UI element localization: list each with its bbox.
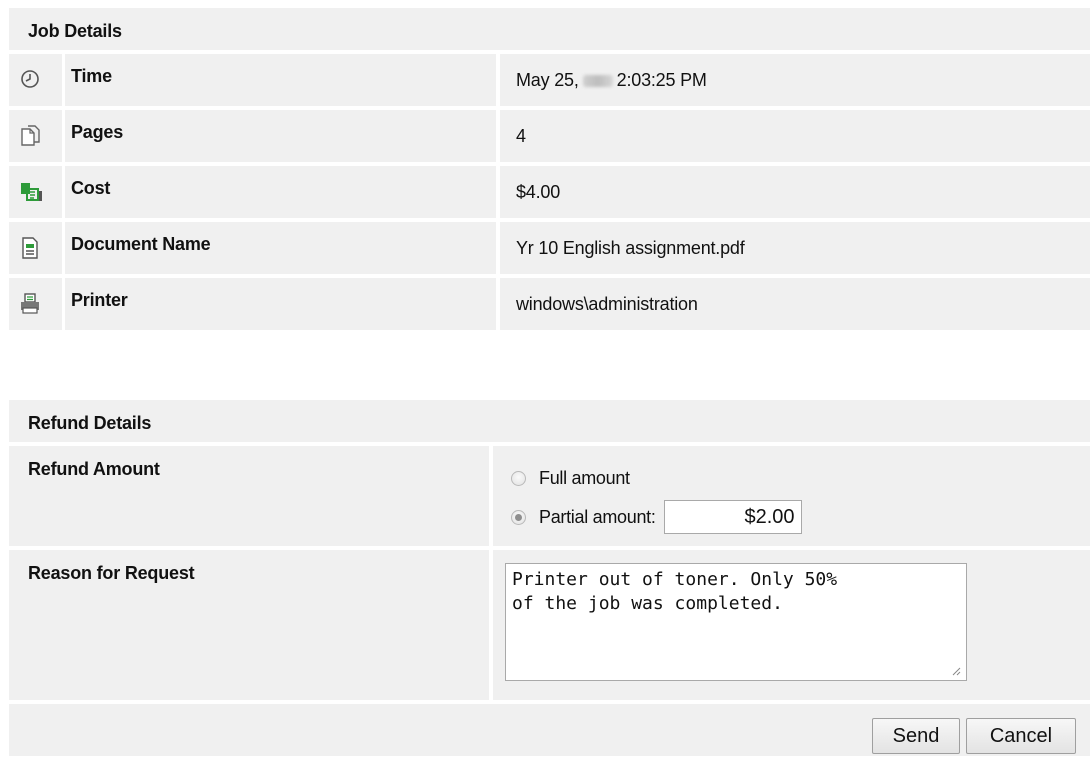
- job-row-printer: Printer windows\administration: [9, 278, 1090, 330]
- time-value-date: May 25,: [516, 70, 579, 90]
- refund-amount-label: Refund Amount: [9, 446, 489, 546]
- document-name-value: Yr 10 English assignment.pdf: [500, 222, 1090, 274]
- reason-field-cell: Printer out of toner. Only 50% of the jo…: [493, 550, 1090, 700]
- job-row-time: Time May 25, 2:03:25 PM: [9, 54, 1090, 106]
- cost-value: $4.00: [500, 166, 1090, 218]
- resize-grip-icon[interactable]: [951, 666, 961, 676]
- refund-amount-row: Refund Amount Full amount Partial amount…: [9, 446, 1090, 546]
- full-amount-option[interactable]: Full amount: [511, 468, 630, 489]
- send-button[interactable]: Send: [872, 718, 960, 754]
- pages-label: Pages: [65, 110, 496, 162]
- full-amount-radio[interactable]: [511, 471, 526, 486]
- partial-amount-label[interactable]: Partial amount:: [539, 507, 656, 528]
- time-value-clock: 2:03:25 PM: [616, 70, 707, 90]
- job-details-header: Job Details: [9, 8, 1090, 50]
- partial-amount-option[interactable]: Partial amount:: [511, 500, 802, 534]
- job-details-panel: Job Details Time May 25, 2:03:25 PM Pages…: [9, 8, 1090, 330]
- time-value: May 25, 2:03:25 PM: [500, 54, 1090, 106]
- pages-icon: [9, 110, 62, 162]
- refund-details-header: Refund Details: [9, 400, 1090, 442]
- partial-amount-input[interactable]: [663, 500, 802, 534]
- reason-textarea[interactable]: Printer out of toner. Only 50% of the jo…: [505, 563, 967, 681]
- cost-label: Cost: [65, 166, 496, 218]
- partial-amount-radio[interactable]: [511, 509, 526, 525]
- refund-amount-options: Full amount Partial amount:: [493, 446, 1090, 546]
- full-amount-label[interactable]: Full amount: [539, 468, 630, 489]
- job-row-pages: Pages 4: [9, 110, 1090, 162]
- printer-label: Printer: [65, 278, 496, 330]
- job-row-document-name: Document Name Yr 10 English assignment.p…: [9, 222, 1090, 274]
- redacted-year: [582, 75, 613, 88]
- printer-value: windows\administration: [500, 278, 1090, 330]
- job-row-cost: Cost $4.00: [9, 166, 1090, 218]
- actions-row: Send Cancel: [9, 704, 1090, 756]
- cost-icon: [9, 166, 62, 218]
- clock-icon: [9, 54, 62, 106]
- reason-row: Reason for Request Printer out of toner.…: [9, 550, 1090, 700]
- printer-icon: [9, 278, 62, 330]
- document-name-label: Document Name: [65, 222, 496, 274]
- reason-label: Reason for Request: [9, 550, 489, 700]
- cancel-button[interactable]: Cancel: [966, 718, 1076, 754]
- time-label: Time: [65, 54, 496, 106]
- document-icon: [9, 222, 62, 274]
- refund-details-panel: Refund Details Refund Amount Full amount…: [9, 400, 1090, 756]
- pages-value: 4: [500, 110, 1090, 162]
